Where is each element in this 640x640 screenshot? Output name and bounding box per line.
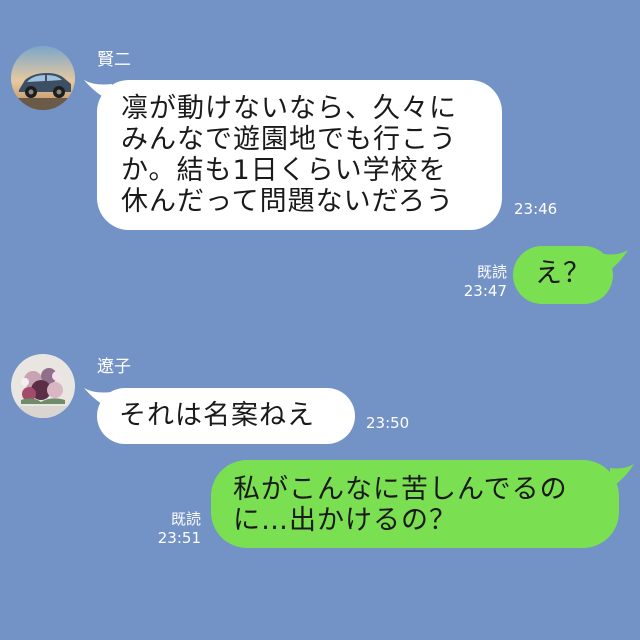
message-meta: 既読 23:51 <box>146 510 201 548</box>
message-meta: 既読 23:47 <box>452 263 507 301</box>
message-bubble-incoming[interactable]: それは名案ねえ <box>97 388 355 444</box>
read-receipt: 既読 <box>476 263 507 281</box>
bubble-tail <box>610 464 634 488</box>
message-time: 23:50 <box>366 414 410 432</box>
message-bubble-outgoing[interactable]: 私がこんなに苦しんでるの に…出かけるの？ <box>211 460 619 548</box>
sender-name-ryoko: 遼子 <box>97 357 131 377</box>
sender-name-kenji: 賢二 <box>97 50 131 70</box>
message-bubble-outgoing[interactable]: え？ <box>513 246 613 304</box>
message-time: 23:46 <box>514 200 558 218</box>
message-time: 23:51 <box>157 529 201 547</box>
avatar-kenji[interactable] <box>11 46 75 110</box>
bubble-tail <box>604 250 628 274</box>
read-receipt: 既読 <box>170 510 201 528</box>
message-time: 23:47 <box>463 282 507 300</box>
car-photo-icon <box>11 46 75 110</box>
avatar-ryoko[interactable] <box>11 354 75 418</box>
message-bubble-incoming[interactable]: 凛が動けないなら、久々に みんなで遊園地でも行こう か。結も1日くらい学校を 休… <box>97 80 502 230</box>
flower-bouquet-icon <box>11 354 75 418</box>
